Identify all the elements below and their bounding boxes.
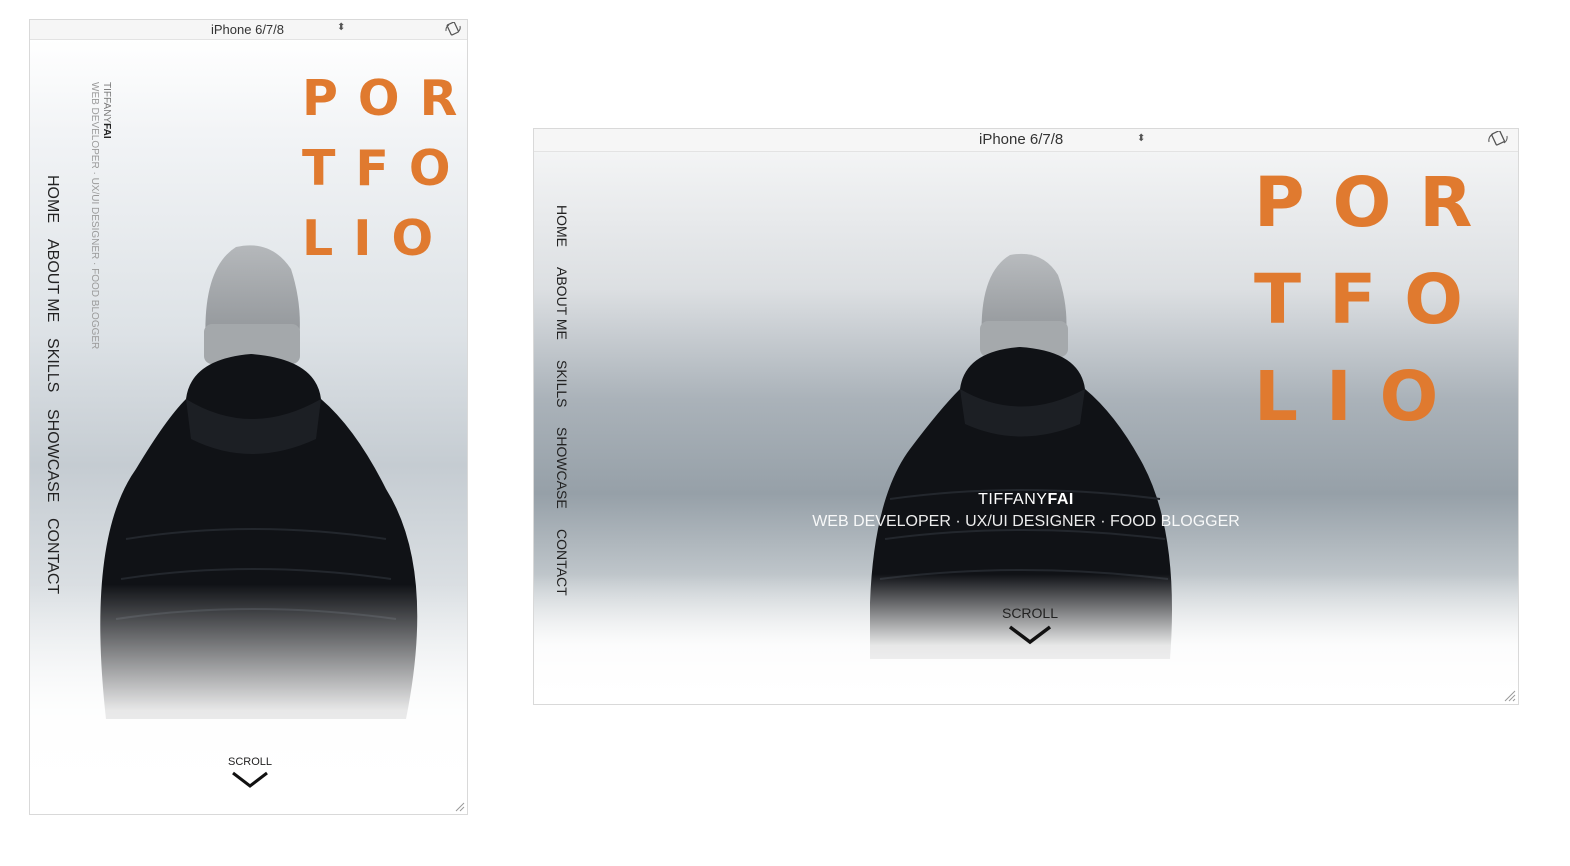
portfolio-title: POR TFO LIO [302, 74, 467, 284]
nav-skills[interactable]: SKILLS [554, 360, 570, 407]
scroll-label: SCROLL [1001, 605, 1059, 621]
device-select[interactable]: iPhone 6/7/8 [211, 22, 284, 37]
owner-name: TIFFANYFAI [534, 491, 1518, 509]
chevron-down-icon[interactable] [1006, 623, 1054, 645]
scroll-indicator[interactable]: SCROLL [220, 756, 280, 788]
device-select[interactable]: iPhone 6/7/8 [979, 131, 1063, 148]
owner-role: WEB DEVELOPER · UX/UI DESIGNER · FOOD BL… [89, 82, 100, 350]
nav-home[interactable]: HOME [554, 205, 570, 247]
title-line-3: LIO [302, 210, 454, 267]
device-toolbar: iPhone 6/7/8 ⬍ [30, 20, 467, 40]
scroll-label: SCROLL [227, 756, 273, 768]
page-viewport: POR TFO LIO HOME ABOUT ME SKILLS SHOWCAS… [30, 39, 467, 814]
nav-home[interactable]: HOME [43, 175, 61, 223]
owner-name: TIFFANYFAI [100, 82, 112, 349]
select-arrows-icon[interactable]: ⬍ [1137, 134, 1145, 144]
owner-first-name: TIFFANY [978, 491, 1048, 508]
portrait-preview: iPhone 6/7/8 ⬍ POR TFO LIO HOME ABOUT ME… [29, 19, 468, 815]
nav-showcase[interactable]: SHOWCASE [43, 409, 61, 502]
title-line-2: TFO [302, 140, 467, 197]
scroll-indicator[interactable]: SCROLL [990, 605, 1070, 645]
owner-first-name: TIFFANY [101, 82, 112, 124]
resize-handle-icon[interactable] [1502, 688, 1516, 702]
title-line-2: TFO [1254, 260, 1491, 340]
resize-handle-icon[interactable] [453, 800, 465, 812]
title-line-1: POR [302, 70, 467, 127]
nav-about-me[interactable]: ABOUT ME [43, 239, 61, 322]
rotate-device-icon[interactable] [444, 21, 462, 39]
select-arrows-icon[interactable]: ⬍ [337, 23, 345, 33]
nav-about-me[interactable]: ABOUT ME [554, 267, 570, 340]
title-line-1: POR [1254, 163, 1501, 243]
horizontal-tagline: TIFFANYFAI WEB DEVELOPER · UX/UI DESIGNE… [534, 491, 1518, 531]
vertical-tagline: TIFFANYFAI WEB DEVELOPER · UX/UI DESIGNE… [88, 82, 112, 349]
chevron-down-icon[interactable] [230, 770, 270, 788]
owner-last-name: FAI [101, 123, 112, 139]
nav-skills[interactable]: SKILLS [43, 338, 61, 392]
rotate-device-icon[interactable] [1487, 130, 1509, 151]
owner-role: WEB DEVELOPER · UX/UI DESIGNER · FOOD BL… [812, 513, 1240, 530]
portfolio-title: POR TFO LIO [1254, 169, 1500, 460]
title-line-3: LIO [1254, 357, 1467, 437]
device-toolbar: iPhone 6/7/8 ⬍ [534, 129, 1518, 152]
landscape-preview: iPhone 6/7/8 ⬍ POR TFO LIO HOME ABOUT ME… [533, 128, 1519, 705]
main-nav: HOME ABOUT ME SKILLS SHOWCASE CONTACT [43, 175, 61, 594]
owner-last-name: FAI [1047, 491, 1074, 508]
page-viewport: POR TFO LIO HOME ABOUT ME SKILLS SHOWCAS… [534, 151, 1518, 704]
nav-contact[interactable]: CONTACT [554, 529, 570, 596]
nav-contact[interactable]: CONTACT [43, 518, 61, 594]
main-nav: HOME ABOUT ME SKILLS SHOWCASE CONTACT [554, 205, 570, 596]
